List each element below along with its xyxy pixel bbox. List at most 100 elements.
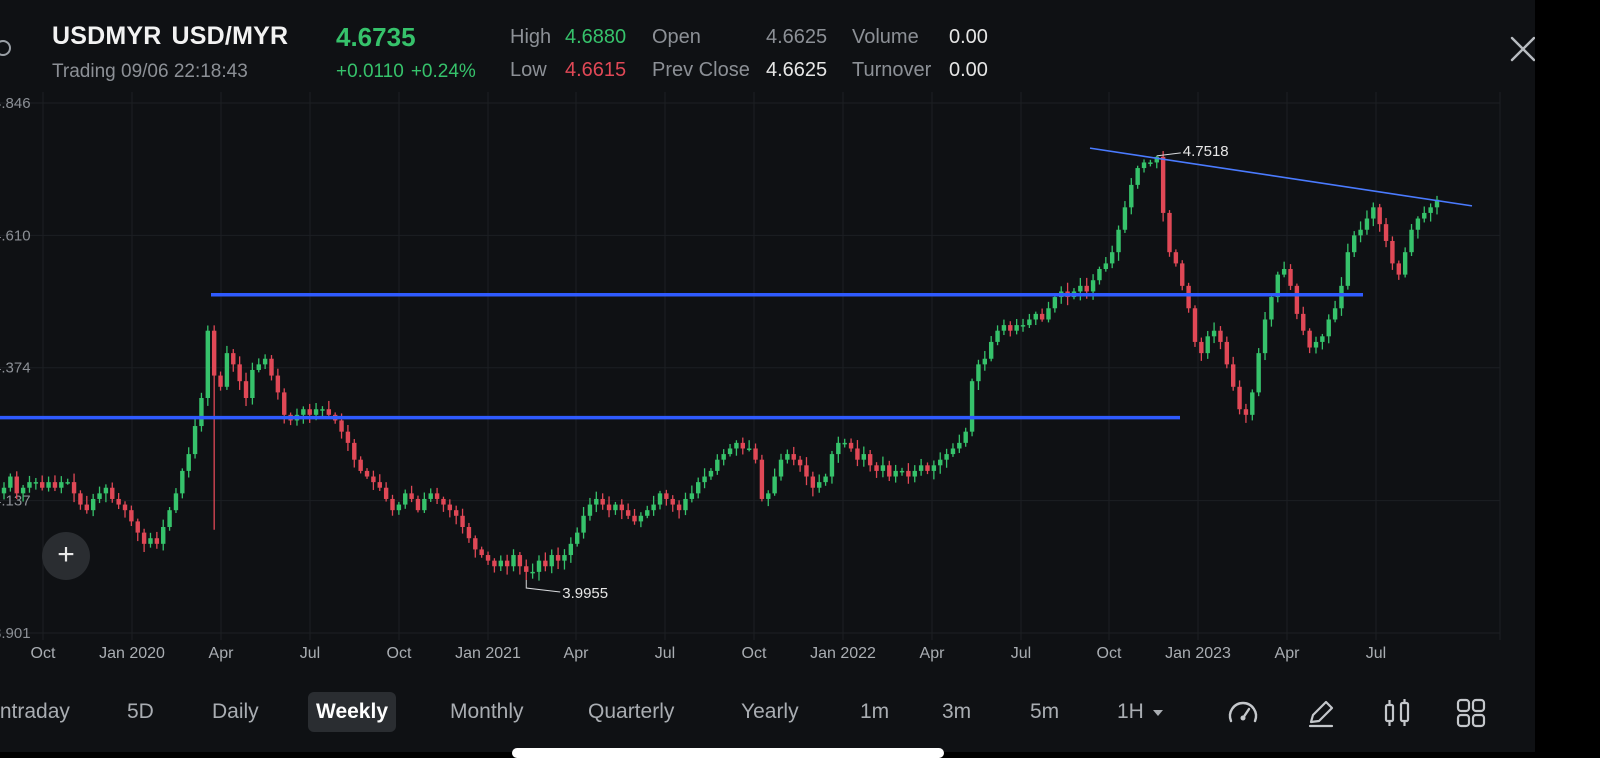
- candle-body: [211, 330, 217, 376]
- candle-body: [727, 448, 733, 455]
- tab-monthly[interactable]: Monthly: [450, 700, 524, 724]
- candle-body: [428, 493, 433, 499]
- x-tick-label: Jul: [1011, 645, 1031, 662]
- x-tick-label: Oct: [1097, 645, 1122, 662]
- y-tick-label: 3.901: [0, 625, 31, 642]
- candle-body: [1224, 341, 1230, 365]
- candle-body: [466, 527, 472, 539]
- grid-icon[interactable]: [1454, 696, 1488, 730]
- speedometer-icon[interactable]: [1226, 696, 1260, 730]
- candle-body: [224, 353, 230, 387]
- candle-body: [1313, 341, 1319, 348]
- tab-5d[interactable]: 5D: [127, 700, 154, 724]
- candle-body: [925, 465, 930, 471]
- tab-intraday[interactable]: Intraday: [0, 700, 70, 724]
- x-tick-label: Oct: [742, 645, 767, 662]
- candle-body: [1390, 240, 1395, 264]
- candle-body: [963, 431, 968, 443]
- candle-body: [899, 470, 905, 473]
- candle-body: [415, 498, 421, 511]
- x-tick-label: Apr: [564, 645, 590, 662]
- candle-body: [810, 476, 816, 488]
- candlestick-chart[interactable]: 4.8464.6104.3744.1373.901OctJan 2020AprJ…: [0, 0, 1535, 752]
- candle-body: [791, 454, 796, 460]
- candle-body: [1409, 229, 1414, 253]
- x-tick-label: Jan 2022: [810, 645, 876, 662]
- candle-body: [696, 482, 701, 494]
- x-tick-label: Apr: [1275, 645, 1301, 662]
- candle-body: [1167, 212, 1172, 253]
- candle-body: [759, 459, 765, 499]
- tab-5m[interactable]: 5m: [1030, 700, 1059, 724]
- candle-body: [103, 487, 109, 494]
- candle-body: [205, 330, 211, 399]
- candle-body: [339, 420, 344, 432]
- candle-body: [944, 454, 949, 460]
- candle-body: [632, 515, 637, 522]
- candle-body: [778, 459, 784, 477]
- tab-1m[interactable]: 1m: [860, 700, 889, 724]
- tab-yearly[interactable]: Yearly: [741, 700, 799, 724]
- candle-body: [1186, 285, 1191, 309]
- candles-icon[interactable]: [1380, 696, 1414, 730]
- tab-1h[interactable]: 1H: [1117, 700, 1164, 724]
- candle-body: [262, 358, 268, 365]
- candle-body: [403, 493, 408, 505]
- tab-daily[interactable]: Daily: [212, 700, 259, 724]
- add-indicator-button[interactable]: +: [42, 532, 90, 580]
- candle-body: [441, 498, 446, 505]
- candle-body: [46, 482, 51, 488]
- candle-body: [71, 482, 77, 494]
- home-indicator[interactable]: [512, 748, 944, 758]
- candle-body: [1052, 297, 1058, 309]
- candle-body: [918, 465, 924, 471]
- candle-body: [568, 543, 574, 556]
- candle-body: [129, 510, 134, 522]
- candle-body: [976, 364, 981, 382]
- x-tick-label: Jul: [300, 645, 320, 662]
- tab-quarterly[interactable]: Quarterly: [588, 700, 674, 724]
- chart-panel: USDMYR USD/MYR 4.6735 Trading 09/06 22:18…: [0, 0, 1535, 752]
- candle-body: [275, 375, 281, 393]
- x-tick-label: Apr: [920, 645, 946, 662]
- candle-body: [562, 555, 567, 561]
- candle-body: [823, 476, 828, 483]
- candle-body: [931, 465, 937, 471]
- tab-3m[interactable]: 3m: [942, 700, 971, 724]
- candle-body: [1402, 252, 1408, 275]
- candle-body: [1352, 235, 1357, 253]
- candle-body: [84, 504, 89, 511]
- candle-body: [1014, 325, 1019, 331]
- x-tick-label: Jul: [1366, 645, 1386, 662]
- candle-body: [645, 510, 650, 516]
- x-tick-label: Oct: [387, 645, 412, 662]
- candle-body: [1020, 325, 1026, 327]
- candle-body: [1001, 325, 1007, 331]
- chevron-down-icon: [1152, 710, 1163, 716]
- candle-body: [587, 504, 593, 516]
- candle-body: [1033, 313, 1038, 320]
- candle-body: [619, 504, 624, 511]
- candle-body: [231, 353, 236, 365]
- candle-body: [358, 459, 363, 471]
- annotation-leader: [525, 580, 561, 593]
- candle-body: [141, 532, 147, 544]
- candle-body: [1192, 308, 1198, 342]
- candle-body: [1301, 313, 1306, 331]
- candle-body: [906, 470, 911, 477]
- candle-body: [434, 493, 440, 499]
- pencil-icon[interactable]: [1304, 696, 1338, 730]
- candle-body: [664, 493, 669, 499]
- candle-body: [708, 470, 714, 477]
- candle-body: [753, 448, 758, 460]
- candle-body: [1218, 330, 1223, 342]
- candle-body: [867, 454, 873, 466]
- candle-body: [721, 454, 726, 460]
- candle-body: [320, 409, 325, 411]
- candle-body: [1339, 285, 1344, 309]
- candle-body: [1078, 285, 1083, 292]
- candle-body: [192, 426, 198, 455]
- tab-weekly[interactable]: Weekly: [308, 692, 396, 732]
- candle-body: [326, 409, 332, 415]
- candle-body: [1116, 229, 1121, 253]
